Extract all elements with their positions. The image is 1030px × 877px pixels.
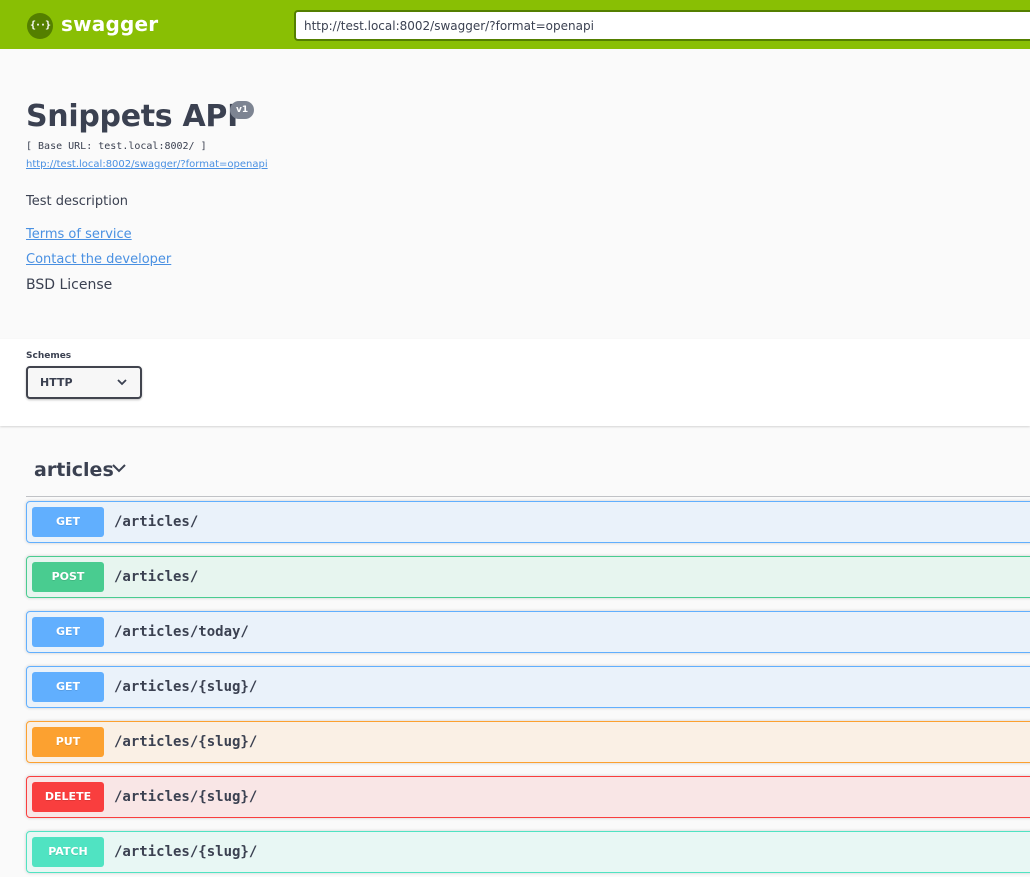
operation-path: /articles/{slug}/ [114,844,258,860]
method-badge: POST [32,562,104,592]
operation-get-articles[interactable]: GET /articles/ [26,501,1030,543]
operation-path: /articles/today/ [114,624,249,640]
operation-path: /articles/{slug}/ [114,789,258,805]
topbar: {··} swagger [0,0,1030,49]
operation-path: /articles/{slug}/ [114,734,258,750]
operation-put-articles-slug[interactable]: PUT /articles/{slug}/ [26,721,1030,763]
tag-name: articles [34,459,114,481]
operation-delete-articles-slug[interactable]: DELETE /articles/{slug}/ [26,776,1030,818]
version-badge: v1 [230,101,255,119]
swagger-logo-icon[interactable]: {··} [27,13,53,39]
operation-patch-articles-slug[interactable]: PATCH /articles/{slug}/ [26,831,1030,873]
spec-url-input[interactable] [294,10,1030,41]
tag-header-articles[interactable]: articles [26,448,1030,497]
operation-path: /articles/{slug}/ [114,679,258,695]
info-section: Snippets API v1 [ Base URL: test.local:8… [0,49,1030,339]
method-badge: PUT [32,727,104,757]
method-badge: DELETE [32,782,104,812]
brand-name[interactable]: swagger [61,12,158,36]
base-url: [ Base URL: test.local:8002/ ] [26,141,207,152]
operation-post-articles[interactable]: POST /articles/ [26,556,1030,598]
spec-link[interactable]: http://test.local:8002/swagger/?format=o… [26,159,268,170]
chevron-down-icon [117,379,127,386]
method-badge: PATCH [32,837,104,867]
method-badge: GET [32,507,104,537]
method-badge: GET [32,617,104,647]
operation-get-articles-slug[interactable]: GET /articles/{slug}/ [26,666,1030,708]
terms-of-service-link[interactable]: Terms of service [26,227,132,242]
method-badge: GET [32,672,104,702]
operation-get-articles-today[interactable]: GET /articles/today/ [26,611,1030,653]
api-description: Test description [26,194,129,209]
operation-path: /articles/ [114,514,199,530]
operation-path: /articles/ [114,569,199,585]
schemes-select[interactable]: HTTP [26,366,142,399]
contact-developer-link[interactable]: Contact the developer [26,252,171,267]
schemes-selected-value: HTTP [40,376,73,389]
license-text: BSD License [26,277,113,293]
schemes-label: Schemes [26,351,72,361]
chevron-down-icon[interactable] [111,462,127,474]
page-title: Snippets API [26,99,238,134]
schemes-section: Schemes HTTP [0,339,1030,426]
